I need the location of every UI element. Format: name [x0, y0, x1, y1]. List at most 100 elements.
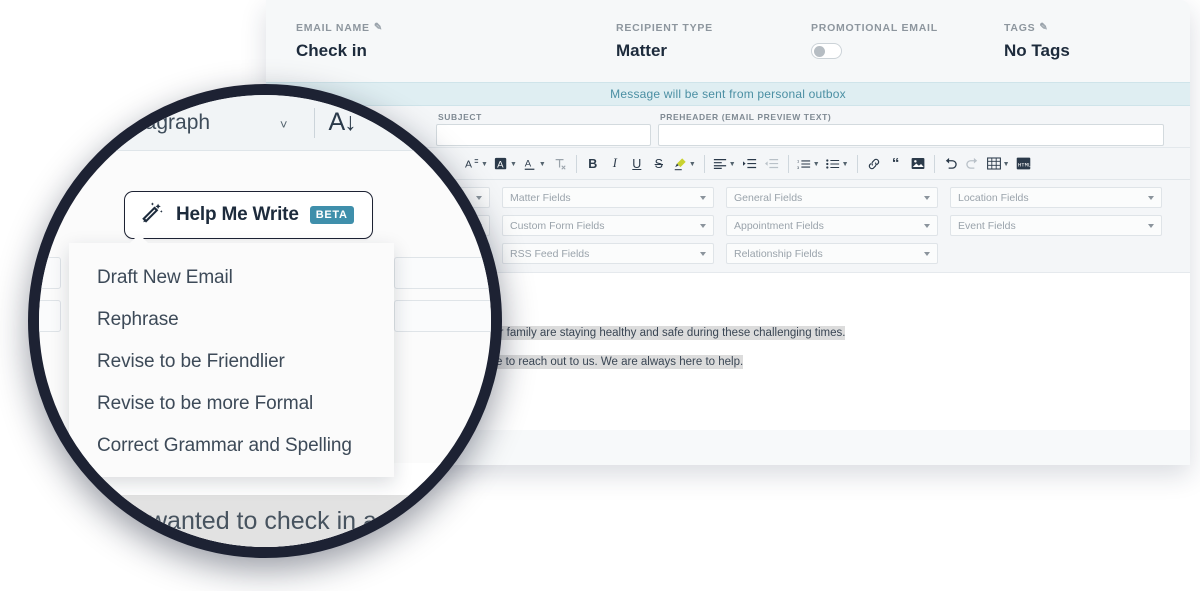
meta-field-recipient-type[interactable]: RECIPIENT TYPE Matter [616, 22, 713, 61]
merge-field-label: Custom Form Fields [510, 220, 605, 232]
chevron-down-icon: ▼ [1003, 161, 1010, 168]
block-style-dropdown[interactable]: Paragraph ˅ [112, 111, 288, 135]
svg-text:A: A [525, 158, 532, 169]
quote-icon[interactable]: “ [885, 152, 907, 176]
magnifier-lens: W Paragraph ˅ A↓ wanted to check in a [28, 84, 502, 558]
merge-field-dropdown[interactable]: Relationship Fields [726, 243, 938, 264]
merge-field-dropdown[interactable]: Appointment Fields [726, 215, 938, 236]
meta-value-tags: No Tags [1004, 41, 1070, 61]
table-icon[interactable]: ▼ [984, 152, 1013, 176]
underline-icon[interactable]: U [626, 152, 648, 176]
promotional-email-toggle[interactable] [811, 43, 842, 59]
meta-field-email-name[interactable]: EMAIL NAME✎ Check in [296, 22, 383, 61]
clear-formatting-icon[interactable] [549, 152, 571, 176]
beta-badge: BETA [310, 206, 354, 224]
merge-field-dropdown[interactable]: Location Fields [950, 187, 1162, 208]
chevron-down-icon [700, 252, 706, 256]
indent-icon[interactable] [739, 152, 761, 176]
help-me-write-menu: Draft New Email Rephrase Revise to be Fr… [69, 243, 394, 477]
chevron-down-icon: ▼ [729, 161, 736, 168]
svg-text:1: 1 [797, 158, 799, 163]
toolbar-divider [314, 108, 315, 138]
merge-field-label: Appointment Fields [734, 220, 824, 232]
magic-wand-icon [139, 200, 165, 231]
merge-field-dropdown[interactable]: Matter Fields [502, 187, 714, 208]
chevron-down-icon [700, 196, 706, 200]
italic-icon[interactable]: I [604, 152, 626, 176]
chevron-down-icon [924, 196, 930, 200]
text-caret [301, 543, 303, 558]
toolbar-divider [576, 155, 577, 173]
help-me-write-button[interactable]: Help Me Write BETA [124, 191, 373, 239]
toolbar-divider [788, 155, 789, 173]
merge-field-dropdown[interactable]: Event Fields [950, 215, 1162, 236]
bullet-list-icon[interactable]: ▼ [823, 152, 852, 176]
toolbar-divider [857, 155, 858, 173]
chevron-down-icon [700, 224, 706, 228]
highlighter-icon[interactable]: ▼ [670, 152, 699, 176]
chevron-down-icon [1148, 224, 1154, 228]
preheader-field-group: PREHEADER (EMAIL PREVIEW TEXT) [658, 124, 1164, 146]
merge-field-label: RSS Feed Fields [510, 248, 589, 260]
menu-item-correct-grammar[interactable]: Correct Grammar and Spelling [69, 425, 394, 467]
merge-field-label: General Fields [734, 192, 802, 204]
help-me-write-label: Help Me Write [176, 204, 299, 226]
chevron-down-icon: ▼ [689, 161, 696, 168]
svg-text:A: A [497, 159, 504, 170]
word-import-icon[interactable]: W [53, 108, 83, 138]
outdent-icon[interactable] [761, 152, 783, 176]
meta-value-recipient-type: Matter [616, 41, 713, 61]
magnified-dropdown-stub[interactable] [28, 300, 61, 332]
preheader-label: PREHEADER (EMAIL PREVIEW TEXT) [660, 112, 831, 122]
redo-icon[interactable] [962, 152, 984, 176]
chevron-down-icon: ˅ [280, 117, 288, 132]
strikethrough-icon[interactable]: S [648, 152, 670, 176]
merge-field-dropdown[interactable]: Custom Form Fields [502, 215, 714, 236]
magnified-dropdown-stub[interactable] [28, 257, 61, 289]
magnified-dropdown-stub[interactable] [394, 300, 502, 332]
menu-item-revise-formal[interactable]: Revise to be more Formal [69, 383, 394, 425]
merge-field-dropdown[interactable]: RSS Feed Fields [502, 243, 714, 264]
magnified-format-toolbar: W Paragraph ˅ A↓ [28, 95, 502, 151]
align-icon[interactable]: ▼ [710, 152, 739, 176]
chevron-down-icon: ▼ [842, 161, 849, 168]
merge-field-label: Matter Fields [510, 192, 571, 204]
image-icon[interactable] [907, 152, 929, 176]
pencil-icon[interactable]: ✎ [374, 22, 383, 33]
link-icon[interactable] [863, 152, 885, 176]
menu-item-revise-friendlier[interactable]: Revise to be Friendlier [69, 341, 394, 383]
preheader-input[interactable] [658, 124, 1164, 146]
magnified-body-text: wanted to check in a [149, 507, 377, 536]
block-style-label: Paragraph [112, 111, 210, 134]
meta-field-tags[interactable]: TAGS✎ No Tags [1004, 22, 1070, 61]
menu-item-draft-new-email[interactable]: Draft New Email [69, 257, 394, 299]
svg-text:W: W [57, 119, 65, 128]
chevron-down-icon [924, 252, 930, 256]
source-code-icon[interactable]: HTML [1013, 152, 1035, 176]
font-size-icon[interactable]: A↓ [329, 108, 356, 137]
chevron-down-icon [1148, 196, 1154, 200]
svg-text:3: 3 [797, 164, 800, 169]
merge-field-label: Location Fields [958, 192, 1029, 204]
chevron-down-icon: ▼ [813, 161, 820, 168]
menu-item-rephrase[interactable]: Rephrase [69, 299, 394, 341]
meta-label-email-name: EMAIL NAME✎ [296, 22, 383, 34]
meta-field-promotional-email: PROMOTIONAL EMAIL [811, 22, 938, 59]
svg-text:HTML: HTML [1018, 161, 1031, 168]
chevron-down-icon [924, 224, 930, 228]
merge-field-dropdown[interactable]: General Fields [726, 187, 938, 208]
background-color-icon[interactable]: A ▼ [520, 152, 549, 176]
undo-icon[interactable] [940, 152, 962, 176]
bold-icon[interactable]: B [582, 152, 604, 176]
meta-label-promotional-email: PROMOTIONAL EMAIL [811, 22, 938, 34]
meta-label-tags: TAGS✎ [1004, 22, 1070, 34]
text-color-icon[interactable]: A ▼ [491, 152, 520, 176]
chevron-down-icon: ▼ [539, 161, 546, 168]
chevron-down-icon: ▼ [510, 161, 517, 168]
toolbar-divider [934, 155, 935, 173]
pencil-icon[interactable]: ✎ [1039, 22, 1048, 33]
email-meta-bar: EMAIL NAME✎ Check in RECIPIENT TYPE Matt… [266, 0, 1190, 82]
meta-value-email-name: Check in [296, 41, 383, 61]
magnified-dropdown-stub[interactable] [394, 257, 502, 289]
numbered-list-icon[interactable]: 13 ▼ [794, 152, 823, 176]
